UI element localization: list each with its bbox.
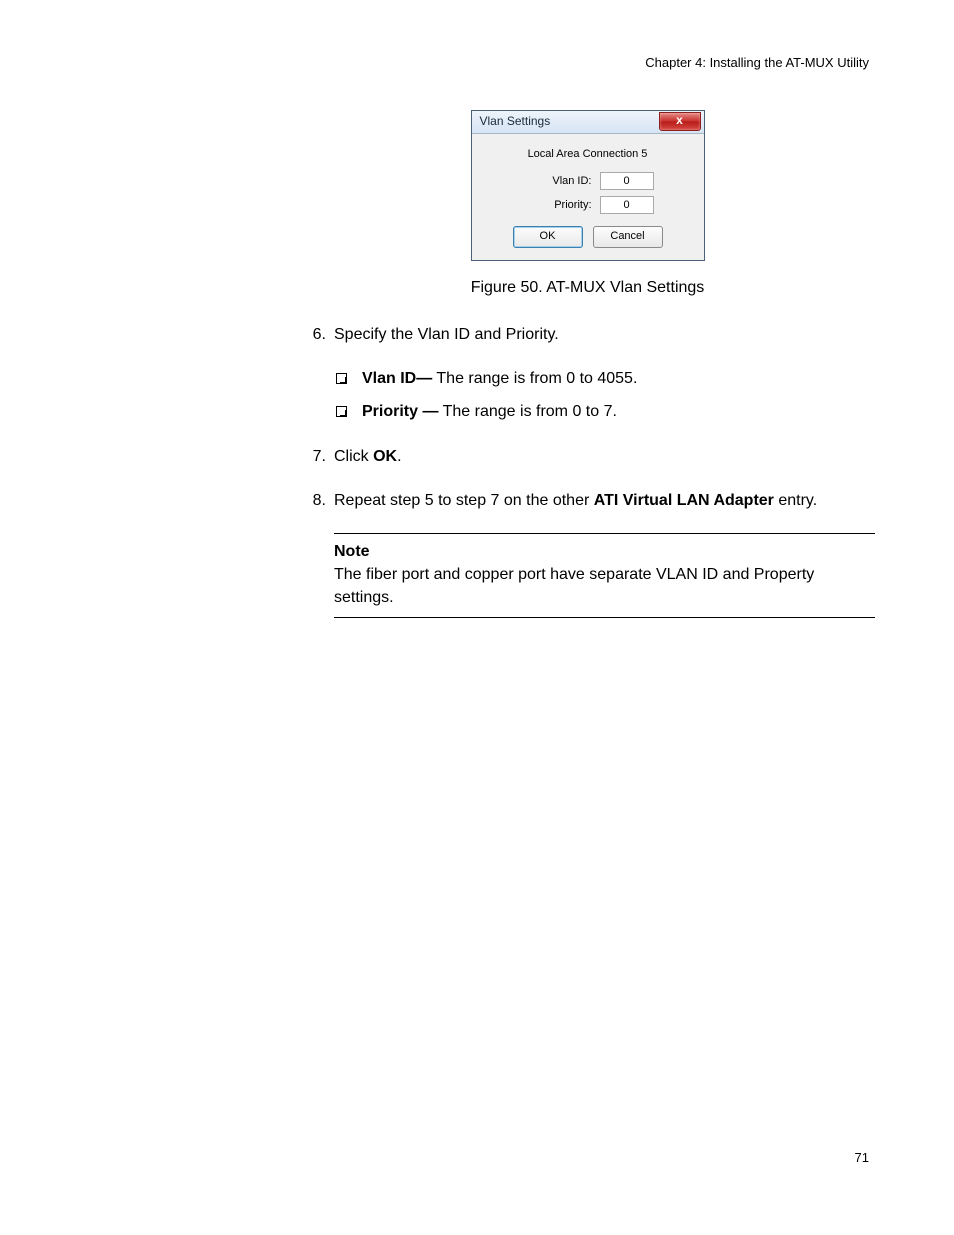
step-8: 8. Repeat step 5 to step 7 on the other … — [300, 489, 875, 513]
close-button[interactable]: x — [659, 112, 701, 131]
cancel-button[interactable]: Cancel — [593, 226, 663, 248]
step-number: 6. — [300, 323, 334, 347]
bullet-icon — [336, 367, 362, 392]
bold-span: Priority — — [362, 403, 438, 420]
priority-row: Priority: 0 — [480, 196, 696, 214]
priority-label: Priority: — [522, 199, 600, 211]
dialog-title: Vlan Settings — [480, 114, 551, 128]
vlan-id-row: Vlan ID: 0 — [480, 172, 696, 190]
bold-span: OK — [373, 448, 397, 465]
text-span: Repeat step 5 to step 7 on the other — [334, 492, 594, 509]
sub-item-vlan-id: Vlan ID— The range is from 0 to 4055. — [336, 367, 875, 392]
note-body: The fiber port and copper port have sepa… — [334, 563, 875, 609]
dialog-body: Local Area Connection 5 Vlan ID: 0 Prior… — [472, 134, 704, 260]
dialog-titlebar: Vlan Settings x — [472, 111, 704, 134]
dialog-button-row: OK Cancel — [480, 226, 696, 248]
step-text: Click OK. — [334, 445, 875, 469]
text-span: . — [397, 448, 401, 465]
step-number: 7. — [300, 445, 334, 469]
priority-input[interactable]: 0 — [600, 196, 654, 214]
page-content: Vlan Settings x Local Area Connection 5 … — [300, 110, 875, 618]
step-7: 7. Click OK. — [300, 445, 875, 469]
note-title: Note — [334, 540, 875, 563]
sub-item-text: Vlan ID— The range is from 0 to 4055. — [362, 367, 875, 392]
step-number: 8. — [300, 489, 334, 513]
bullet-icon — [336, 400, 362, 425]
connection-label: Local Area Connection 5 — [480, 148, 696, 160]
step-6: 6. Specify the Vlan ID and Priority. — [300, 323, 875, 347]
page-number: 71 — [855, 1150, 869, 1165]
vlan-settings-dialog: Vlan Settings x Local Area Connection 5 … — [471, 110, 705, 261]
document-page: Chapter 4: Installing the AT-MUX Utility… — [0, 0, 954, 1235]
chapter-header: Chapter 4: Installing the AT-MUX Utility — [645, 55, 869, 70]
text-span: The range is from 0 to 7. — [438, 403, 616, 420]
text-span: Click — [334, 448, 373, 465]
ok-button[interactable]: OK — [513, 226, 583, 248]
step-text: Specify the Vlan ID and Priority. — [334, 323, 875, 347]
text-span: The range is from 0 to 4055. — [432, 370, 637, 387]
bold-span: Vlan ID— — [362, 370, 432, 387]
bold-span: ATI Virtual LAN Adapter — [594, 492, 774, 509]
vlan-id-label: Vlan ID: — [522, 175, 600, 187]
figure-caption: Figure 50. AT-MUX Vlan Settings — [300, 279, 875, 297]
sub-item-text: Priority — The range is from 0 to 7. — [362, 400, 875, 425]
step-text: Repeat step 5 to step 7 on the other ATI… — [334, 489, 875, 513]
text-span: entry. — [774, 492, 817, 509]
note-box: Note The fiber port and copper port have… — [334, 533, 875, 619]
vlan-id-input[interactable]: 0 — [600, 172, 654, 190]
sub-item-priority: Priority — The range is from 0 to 7. — [336, 400, 875, 425]
